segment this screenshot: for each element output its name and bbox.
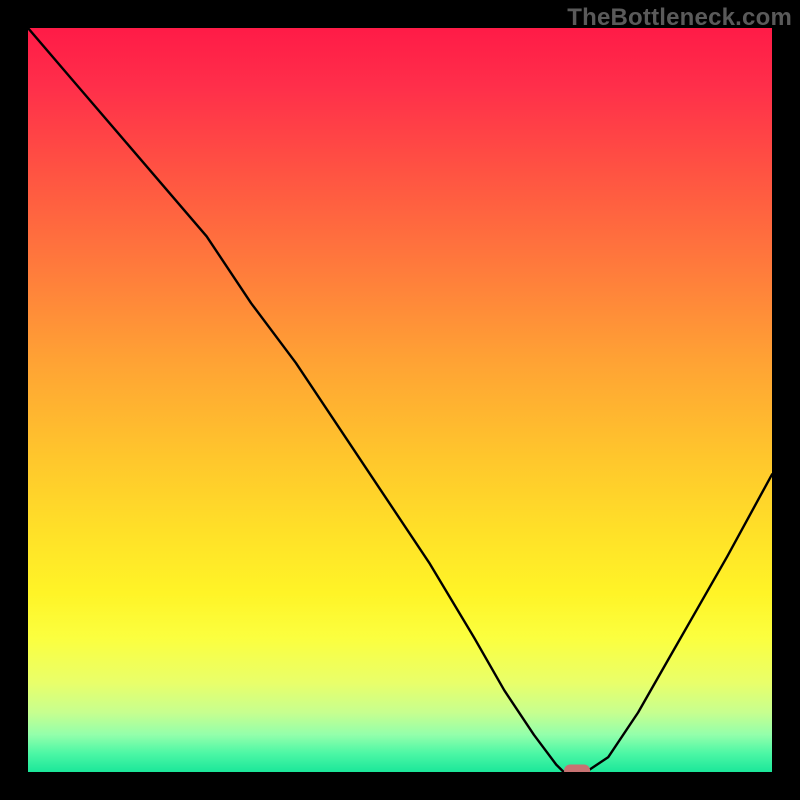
optimum-marker	[564, 765, 590, 773]
bottleneck-curve	[28, 28, 772, 772]
plot-area	[28, 28, 772, 772]
chart-svg	[28, 28, 772, 772]
chart-frame: TheBottleneck.com	[0, 0, 800, 800]
